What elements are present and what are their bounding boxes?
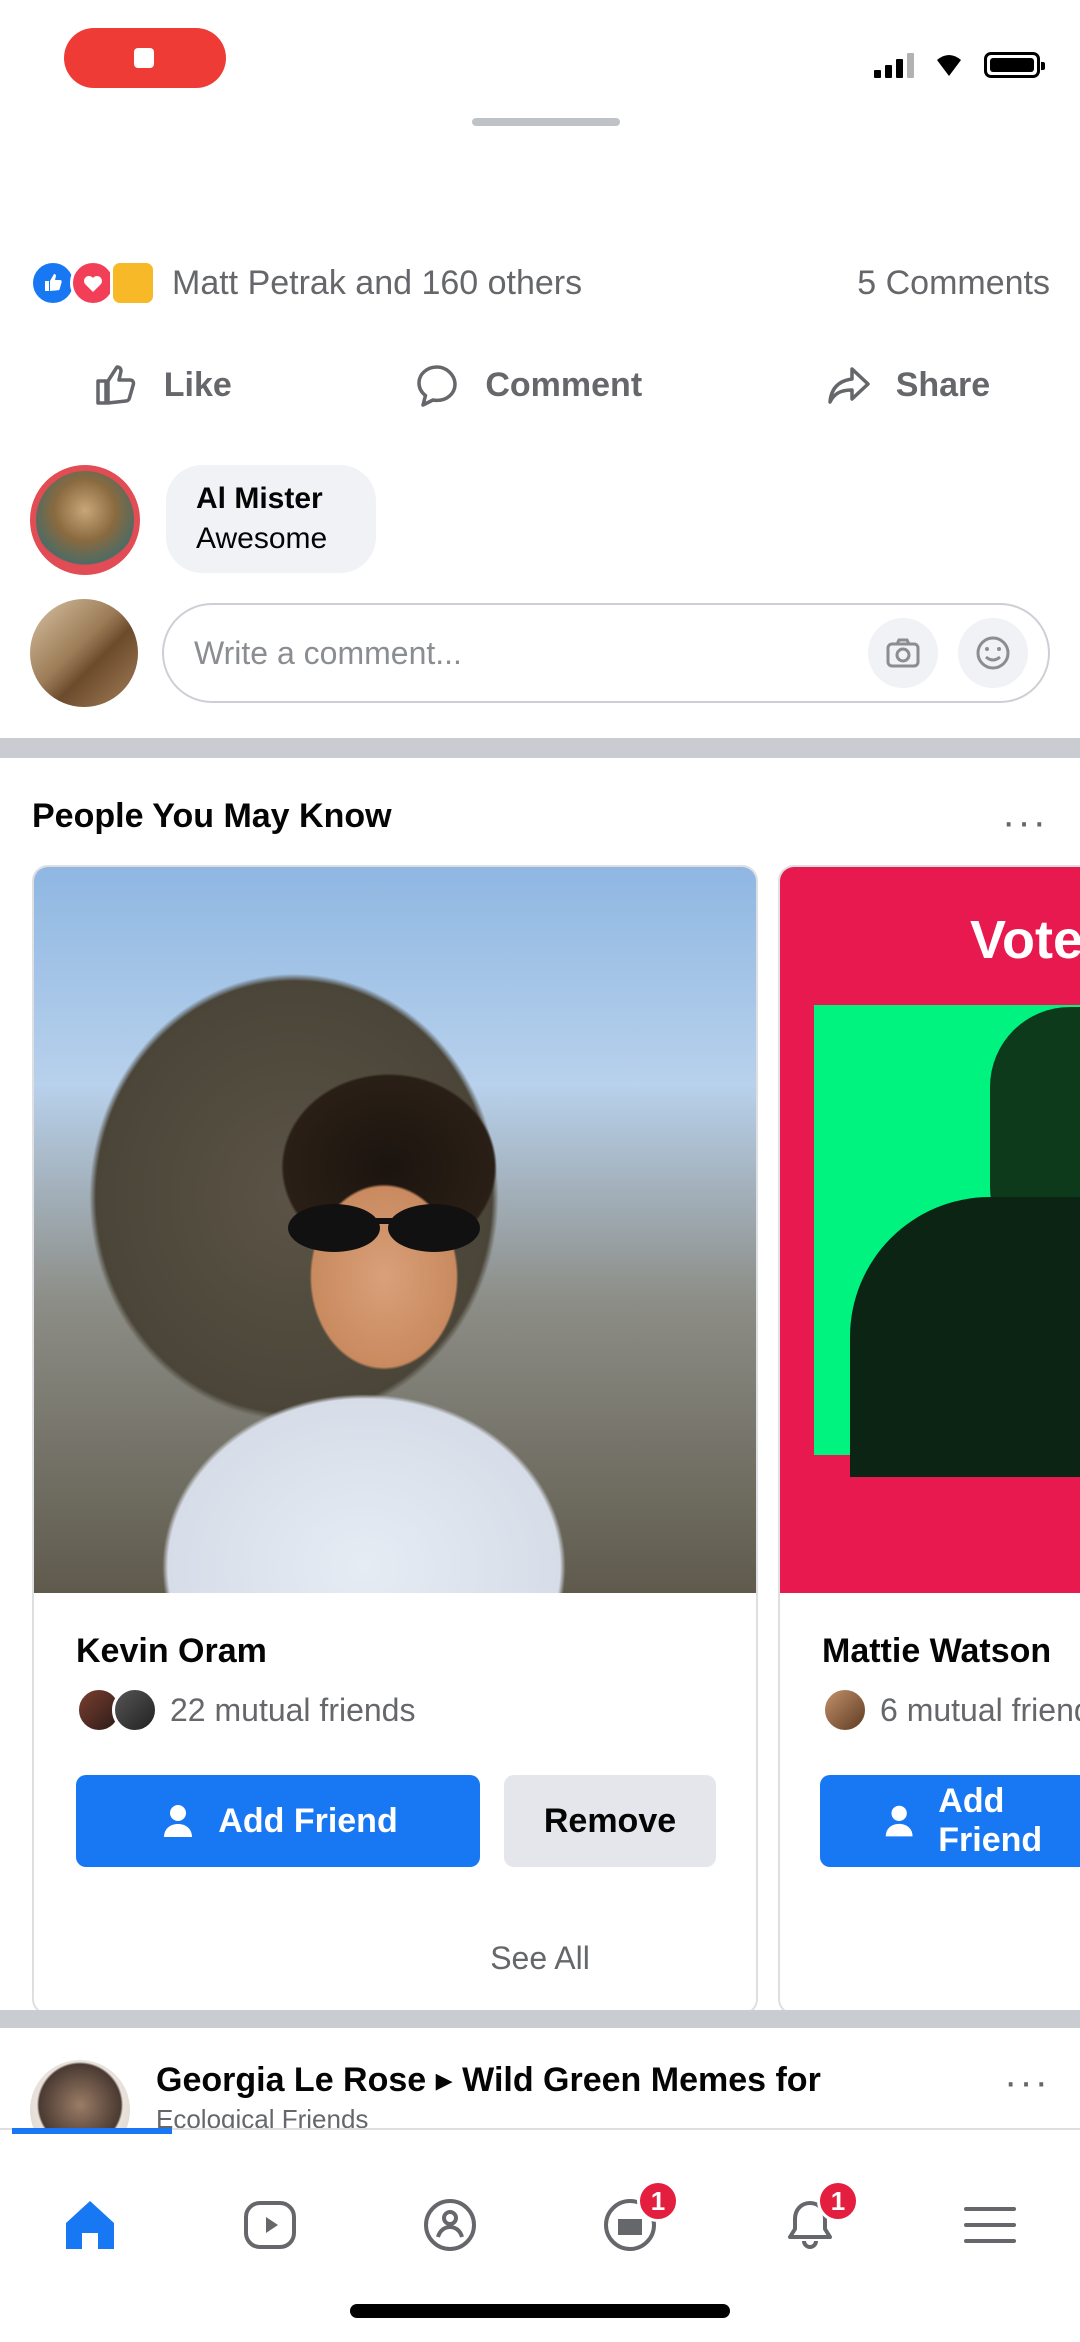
mutual-friends[interactable]: 6 mutual friends [822,1687,1080,1733]
record-icon [134,48,154,68]
remove-button[interactable]: Remove [504,1775,716,1867]
share-button[interactable]: Share [822,359,991,411]
like-label: Like [163,365,232,404]
person-name[interactable]: Mattie Watson [822,1632,1051,1671]
wifi-icon [932,50,966,78]
sunglasses-graphic [288,1204,480,1252]
add-friend-icon [164,1805,193,1837]
comment-author[interactable]: Al Mister [196,479,346,519]
feed-divider [0,2010,1080,2028]
like-button[interactable]: Like [90,359,232,411]
comment-bubble[interactable]: Al Mister Awesome [166,465,376,573]
bottom-nav: 1 1 [0,2128,1080,2342]
post-more-button[interactable]: ··· [1004,2060,1050,2105]
own-avatar[interactable] [30,599,138,707]
nav-watch[interactable] [215,2170,325,2280]
photo-overlay-text: Vote [970,910,1080,970]
comment-input-placeholder: Write a comment... [194,634,462,671]
write-comment-row: Write a comment... [30,598,1050,708]
pymk-card[interactable]: Vote Mattie Watson 6 mutual friends Add … [778,865,1080,2015]
mutual-friend-avatar [112,1687,158,1733]
emoji-button[interactable] [958,618,1028,688]
thumbs-up-icon [96,365,135,405]
battery-icon [984,52,1045,78]
commenter-avatar[interactable] [30,465,140,575]
hamburger-menu-icon [964,2207,1016,2243]
add-friend-label: Add Friend [218,1801,398,1840]
smiley-icon [976,636,1010,670]
add-friend-button[interactable]: Add Friend [76,1775,480,1867]
nav-marketplace[interactable]: 1 [575,2170,685,2280]
marketplace-badge: 1 [637,2180,679,2222]
active-tab-indicator [12,2128,172,2134]
reaction-icons [30,260,156,306]
comment-input[interactable]: Write a comment... [162,603,1050,703]
drag-handle[interactable] [472,118,620,126]
comment-icon [417,365,458,407]
post-action-row: Like Comment Share [0,345,1080,425]
add-friend-icon [885,1805,913,1837]
mutual-friend-avatar [822,1687,868,1733]
watch-icon [244,2201,296,2249]
add-friend-label: Add Friend [938,1782,1043,1859]
reactions-text[interactable]: Matt Petrak and 160 others [172,264,582,303]
nav-home[interactable] [35,2170,145,2280]
comment-text: Awesome [196,522,328,555]
pymk-card[interactable]: Kevin Oram 22 mutual friends Add Friend … [32,865,758,2015]
profile-photo[interactable] [34,867,756,1593]
post-author-and-group[interactable]: Georgia Le Rose ▸ Wild Green Memes for [156,2060,821,2100]
groups-icon [424,2199,476,2251]
nav-notifications[interactable]: 1 [755,2170,865,2280]
reactions-summary[interactable]: Matt Petrak and 160 others 5 Comments [30,255,1050,311]
profile-photo[interactable]: Vote [780,867,1080,1593]
pymk-title: People You May Know [32,797,392,835]
comments-count[interactable]: 5 Comments [857,264,1050,303]
status-icons [874,48,1045,78]
person-name[interactable]: Kevin Oram [76,1632,267,1671]
nav-groups[interactable] [395,2170,505,2280]
mutual-friends-count: 6 mutual friends [880,1691,1080,1728]
camera-icon [886,638,920,668]
mutual-friends-count: 22 mutual friends [170,1691,416,1728]
notifications-badge: 1 [817,2180,859,2222]
remove-label: Remove [543,1801,677,1840]
mutual-friends[interactable]: 22 mutual friends [76,1687,415,1733]
status-bar [0,0,1080,110]
home-indicator-bar[interactable] [350,2304,730,2318]
comment-button[interactable]: Comment [411,359,642,411]
share-label: Share [895,365,991,404]
see-all-link[interactable]: See All [0,1940,1080,1977]
top-comment: Al Mister Awesome [30,465,376,575]
home-icon [66,2201,114,2249]
post-meta: Georgia Le Rose ▸ Wild Green Memes for E… [156,2060,821,2135]
share-icon [827,367,870,404]
nav-menu[interactable] [935,2170,1045,2280]
screen-recording-indicator[interactable] [64,28,226,88]
cellular-signal-icon [874,50,914,78]
feed-divider [0,738,1080,758]
haha-reaction-icon [110,260,156,306]
pymk-more-button[interactable]: ··· [1002,800,1048,845]
comment-label: Comment [485,365,643,404]
camera-button[interactable] [868,618,938,688]
add-friend-button[interactable]: Add Friend [820,1775,1080,1867]
